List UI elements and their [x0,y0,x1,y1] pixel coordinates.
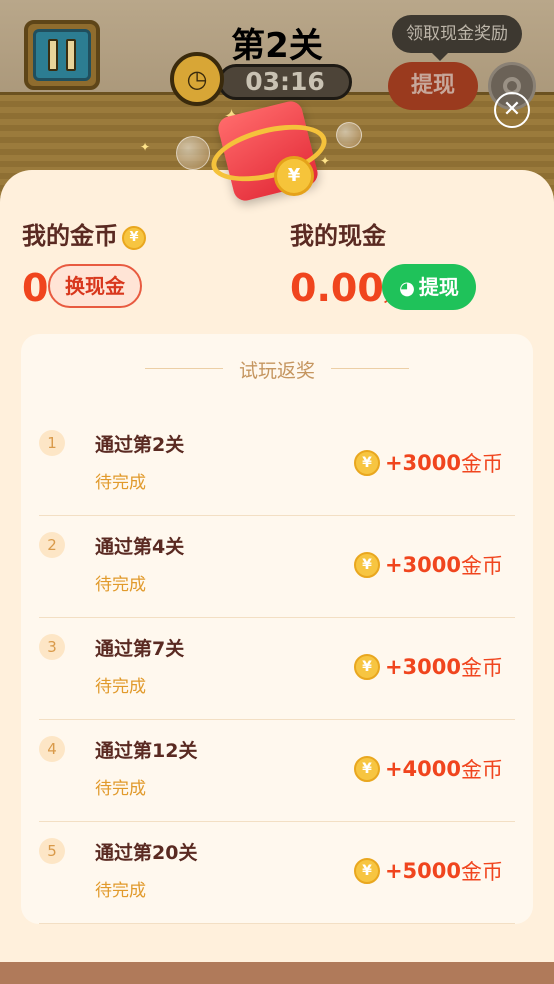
sparkle-icon: ✦ [320,154,331,168]
task-row[interactable]: 2 通过第4关 待完成 ¥ +3000 金币 [39,516,515,618]
task-index: 4 [39,736,65,762]
coin-icon: ¥ [353,756,380,782]
bubble [176,136,210,170]
task-name: 通过第12关 [95,740,198,762]
wechat-icon: ◕ [399,278,415,299]
reward-unit: 金币 [461,656,503,680]
reward-amount: +4000 [384,757,461,781]
coin-icon: ¥ [353,858,380,884]
cash-reward-tooltip: 领取现金奖励 [392,15,522,61]
reward-amount: +5000 [384,859,461,883]
task-row[interactable]: 4 通过第12关 待完成 ¥ +4000 金币 [39,720,515,822]
task-name: 通过第7关 [95,638,185,660]
task-name: 通过第2关 [95,434,185,456]
timer-value: 03:16 [218,64,352,100]
top-withdraw-button[interactable]: 提现 [388,62,478,110]
coin-icon: ¥ [274,156,314,196]
task-status: 待完成 [95,473,146,493]
task-index: 2 [39,532,65,558]
task-index: 1 [39,430,65,456]
coins-value: 0 [22,266,49,310]
task-status: 待完成 [95,677,146,697]
my-coins-label: 我的金币 ¥ [22,216,146,251]
section-title: 试玩返奖 [21,356,533,383]
my-coins-text: 我的金币 [22,222,118,250]
coin-icon: ¥ [353,654,380,680]
reward-unit: 金币 [461,860,503,884]
task-status: 待完成 [95,779,146,799]
sparkle-icon: ✦ [140,140,151,154]
coin-icon: ¥ [353,552,380,578]
my-cash-label: 我的现金 [290,222,386,250]
task-reward: ¥ +3000 金币 [353,550,503,580]
task-row[interactable]: 1 通过第2关 待完成 ¥ +3000 金币 [39,414,515,516]
reward-panel: 我的金币¥ 0 换现金 我的现金 0.00元 ◕提现 试玩返奖 1 通过第2关 … [0,170,554,962]
coin-icon: ¥ [122,226,146,250]
reward-unit: 金币 [461,452,503,476]
withdraw-label: 提现 [418,275,459,299]
reward-unit: 金币 [461,554,503,578]
withdraw-button[interactable]: ◕ 提现 [382,264,476,310]
reward-amount: +3000 [384,655,461,679]
task-index: 5 [39,838,65,864]
task-card: 试玩返奖 1 通过第2关 待完成 ¥ +3000 金币 2 通过第4关 待完成 ¥ +… [21,334,533,924]
red-envelope-illustration: ✦ ✦ ✦ ¥ [140,98,380,210]
task-status: 待完成 [95,881,146,901]
task-reward: ¥ +4000 金币 [353,754,503,784]
task-reward: ¥ +3000 金币 [353,448,503,478]
ad-banner[interactable] [0,962,554,984]
reward-amount: +3000 [384,553,461,577]
task-name: 通过第20关 [95,842,198,864]
bubble [336,122,362,148]
reward-amount: +3000 [384,451,461,475]
reward-unit: 金币 [461,758,503,782]
clock-icon: ◷ [170,52,224,106]
task-name: 通过第4关 [95,536,185,558]
task-row[interactable]: 5 通过第20关 待完成 ¥ +5000 金币 [39,822,515,924]
task-status: 待完成 [95,575,146,595]
exchange-cash-button[interactable]: 换现金 [48,264,142,308]
task-reward: ¥ +3000 金币 [353,652,503,682]
task-row[interactable]: 3 通过第7关 待完成 ¥ +3000 金币 [39,618,515,720]
close-icon[interactable]: ✕ [494,92,530,128]
cash-value: 0.00 [290,266,384,310]
task-index: 3 [39,634,65,660]
task-reward: ¥ +5000 金币 [353,856,503,886]
coin-icon: ¥ [353,450,380,476]
